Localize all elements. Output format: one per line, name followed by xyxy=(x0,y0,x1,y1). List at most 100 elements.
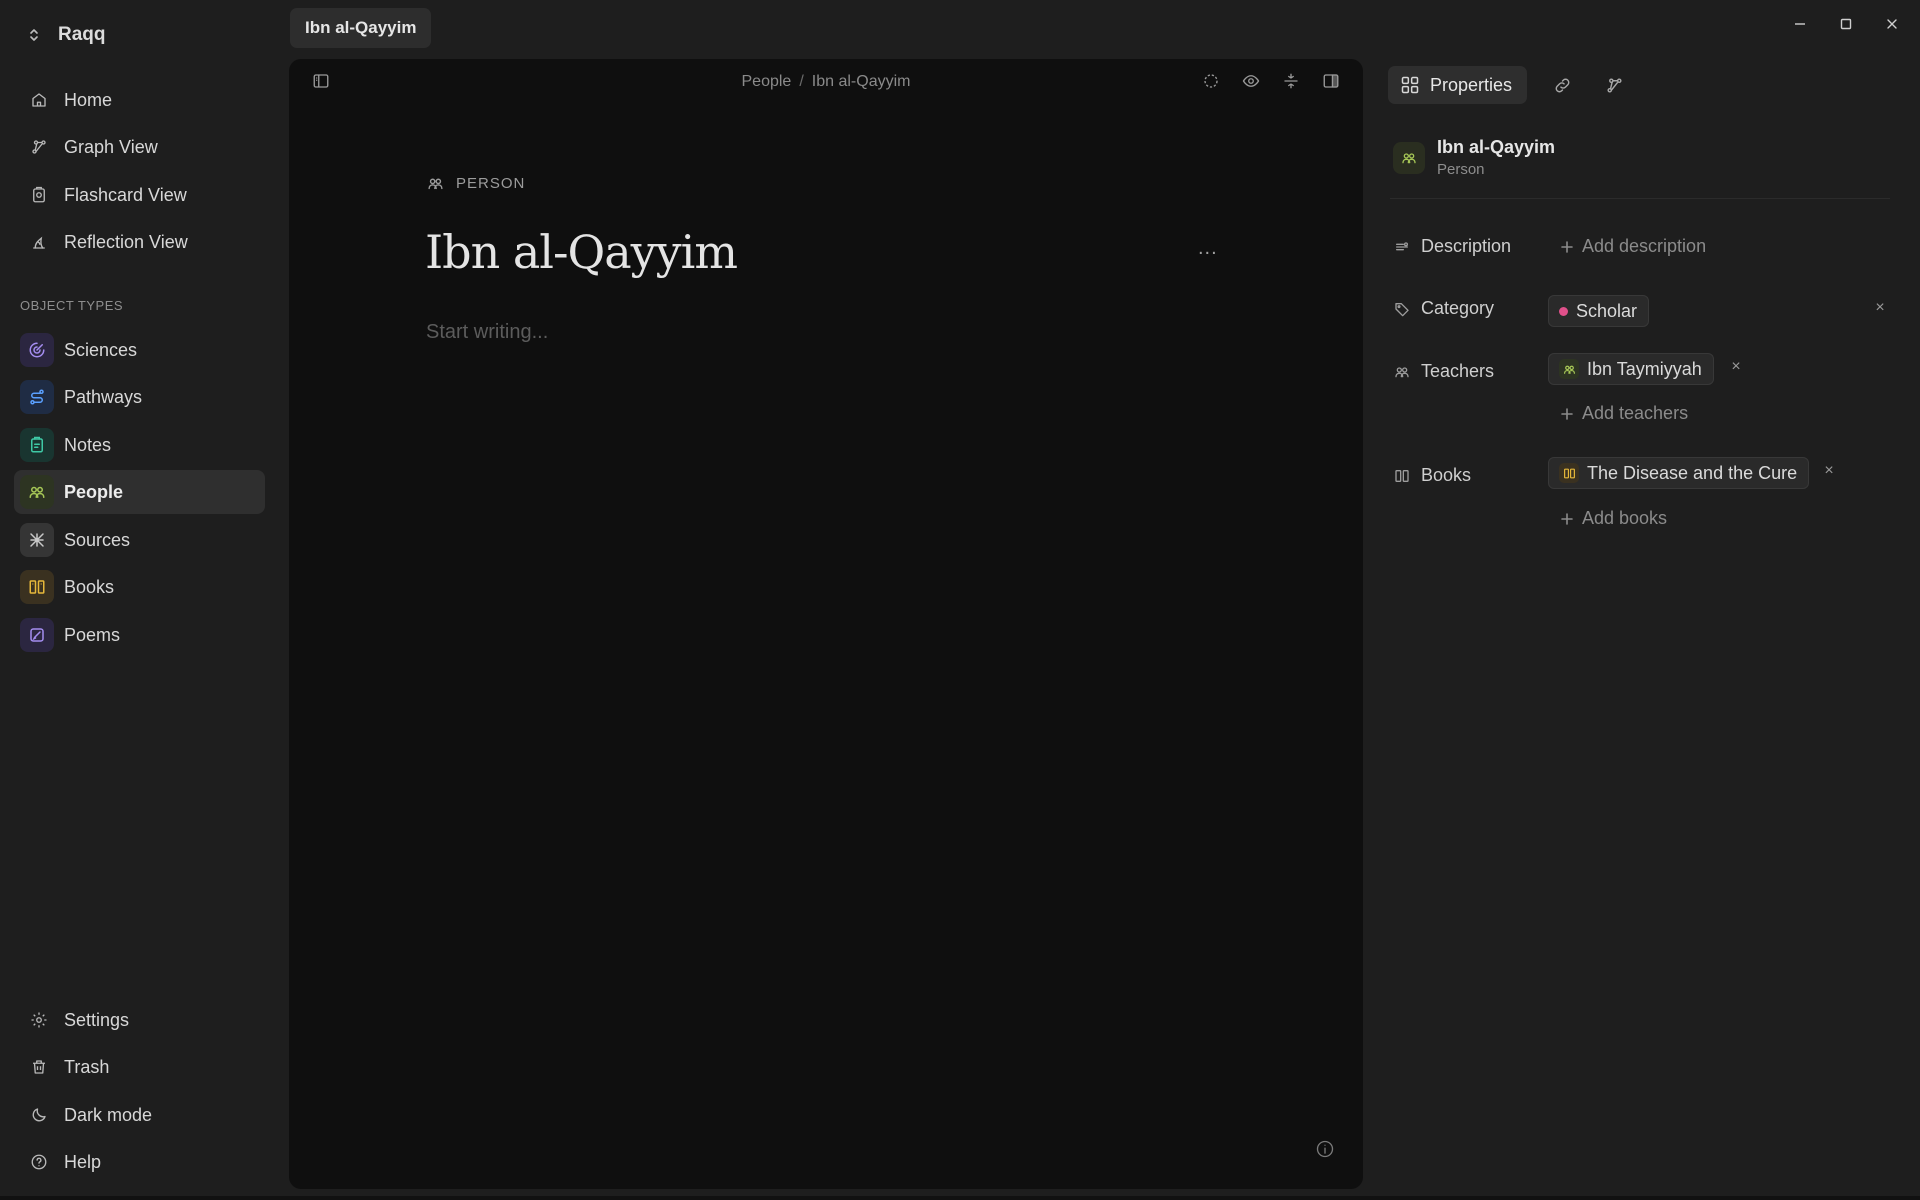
close-icon[interactable] xyxy=(1882,14,1902,34)
sidebar-item-poems[interactable]: Poems xyxy=(14,613,265,657)
toggle-properties-panel-icon[interactable] xyxy=(1319,69,1343,93)
sidebar-item-label: People xyxy=(64,481,124,502)
property-label: Books xyxy=(1421,465,1472,485)
window-controls xyxy=(1790,14,1902,34)
gear-icon xyxy=(28,1009,50,1031)
book-chip[interactable]: The Disease and the Cure xyxy=(1548,457,1810,489)
category-chip[interactable]: Scholar xyxy=(1548,295,1650,327)
grid-icon xyxy=(1400,75,1420,95)
chevron-updown-icon xyxy=(28,27,40,43)
object-name: Ibn al-Qayyim xyxy=(1437,137,1556,157)
nav-flashcard-label: Flashcard View xyxy=(64,184,187,205)
category-value: Scholar xyxy=(1576,300,1638,321)
sidebar-item-pathways[interactable]: Pathways xyxy=(14,375,265,419)
document-tab[interactable]: Ibn al-Qayyim xyxy=(290,8,432,48)
editor-panel: People / Ibn al-Qayyim PERSON Ibn al-Qayyi… xyxy=(289,59,1363,1189)
object-type-label: PERSON xyxy=(427,175,525,192)
nav-settings[interactable]: Settings xyxy=(14,998,265,1042)
sources-icon xyxy=(20,523,54,557)
maximize-icon[interactable] xyxy=(1836,14,1856,34)
sciences-icon xyxy=(20,333,54,367)
poems-icon xyxy=(20,618,54,652)
sidebar-item-sciences[interactable]: Sciences xyxy=(14,328,265,372)
add-description-button[interactable]: Add description xyxy=(1560,236,1706,257)
preview-eye-icon[interactable] xyxy=(1239,69,1263,93)
sidebar-item-label: Sources xyxy=(64,529,131,550)
sidebar-item-sources[interactable]: Sources xyxy=(14,518,265,562)
tab-links[interactable] xyxy=(1545,68,1579,102)
sidebar-item-label: Books xyxy=(64,576,115,597)
graph-icon xyxy=(1607,77,1622,93)
nav-dark-mode[interactable]: Dark mode xyxy=(14,1093,265,1137)
plus-icon xyxy=(1560,240,1574,254)
sidebar-item-notes[interactable]: Notes xyxy=(14,423,265,467)
clear-category-button[interactable]: × xyxy=(1871,299,1889,317)
nav-help[interactable]: Help xyxy=(14,1140,265,1184)
divider xyxy=(1390,198,1890,199)
link-icon xyxy=(1555,78,1569,92)
focus-mode-icon[interactable] xyxy=(1279,69,1303,93)
page-title[interactable]: Ibn al-Qayyim xyxy=(425,225,738,279)
workspace-switcher[interactable]: Raqq xyxy=(28,22,106,48)
people-icon xyxy=(1559,359,1579,379)
breadcrumb-people[interactable]: People xyxy=(742,73,792,90)
people-icon xyxy=(20,475,54,509)
breadcrumb-separator: / xyxy=(799,73,804,90)
moon-icon xyxy=(28,1104,50,1126)
reflection-icon xyxy=(28,231,50,253)
category-color-dot xyxy=(1559,306,1568,316)
tab-properties-label: Properties xyxy=(1430,74,1513,95)
app-name: Raqq xyxy=(58,24,106,45)
editor-body-placeholder[interactable]: Start writing... xyxy=(426,321,548,344)
graph-icon xyxy=(28,136,50,158)
tab-properties[interactable]: Properties xyxy=(1388,66,1528,104)
remove-teacher-button[interactable]: × xyxy=(1727,358,1745,376)
add-books-label: Add books xyxy=(1582,508,1668,528)
pathways-icon xyxy=(20,380,54,414)
tab-graph[interactable] xyxy=(1597,68,1631,102)
description-icon xyxy=(1393,238,1411,256)
property-description: Description xyxy=(1393,236,1511,257)
book-title: The Disease and the Cure xyxy=(1587,462,1798,483)
object-kind: Person xyxy=(1437,161,1485,178)
object-type-text: PERSON xyxy=(456,175,526,192)
nav-dark-mode-label: Dark mode xyxy=(64,1104,153,1125)
nav-flashcard-view[interactable]: Flashcard View xyxy=(14,173,265,217)
teacher-name: Ibn Taymiyyah xyxy=(1587,358,1702,379)
add-teachers-button[interactable]: Add teachers xyxy=(1560,403,1688,424)
sidebar-item-label: Pathways xyxy=(64,386,143,407)
plus-icon xyxy=(1560,407,1574,421)
people-icon xyxy=(1393,363,1411,381)
sidebar-item-people[interactable]: People xyxy=(14,470,265,514)
remove-book-button[interactable]: × xyxy=(1820,462,1838,480)
plus-icon xyxy=(1560,512,1574,526)
info-icon[interactable] xyxy=(1315,1139,1335,1159)
sidebar-item-books[interactable]: Books xyxy=(14,565,265,609)
nav-trash-label: Trash xyxy=(64,1056,110,1077)
home-icon xyxy=(28,89,50,111)
notes-icon xyxy=(20,428,54,462)
object-types-heading: OBJECT TYPES xyxy=(20,298,124,313)
trash-icon xyxy=(28,1056,50,1078)
more-options-button[interactable]: ... xyxy=(1198,237,1218,260)
nav-help-label: Help xyxy=(64,1151,102,1172)
breadcrumb-current: Ibn al-Qayyim xyxy=(811,73,911,90)
flashcard-icon xyxy=(28,184,50,206)
nav-home-label: Home xyxy=(64,89,113,110)
object-header: Ibn al-Qayyim Person xyxy=(1393,137,1555,178)
sidebar-item-label: Notes xyxy=(64,434,112,455)
teacher-chip[interactable]: Ibn Taymiyyah xyxy=(1548,353,1714,385)
nav-home[interactable]: Home xyxy=(14,78,265,122)
sidebar-item-label: Sciences xyxy=(64,339,138,360)
property-label: Description xyxy=(1421,236,1512,256)
nav-reflection-view[interactable]: Reflection View xyxy=(14,220,265,264)
property-category: Category xyxy=(1393,298,1494,319)
add-description-label: Add description xyxy=(1582,236,1707,256)
add-books-button[interactable]: Add books xyxy=(1560,508,1667,529)
nav-trash[interactable]: Trash xyxy=(14,1045,265,1089)
nav-reflection-label: Reflection View xyxy=(64,231,188,252)
minimize-icon[interactable] xyxy=(1790,14,1810,34)
status-circle-icon[interactable] xyxy=(1199,69,1223,93)
nav-graph-view[interactable]: Graph View xyxy=(14,125,265,169)
properties-tabs: Properties xyxy=(1388,66,1631,104)
